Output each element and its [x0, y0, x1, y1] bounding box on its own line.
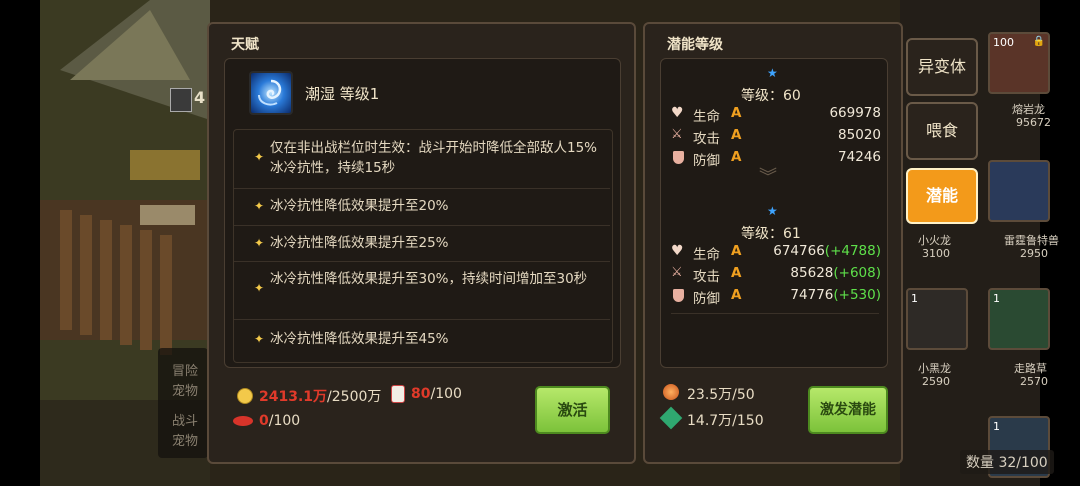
star-bullet-icon: ✦: [254, 332, 265, 346]
talent-panel: 天赋 潮湿 等级1 ✦ 仅在非出战栏位时生效：战斗开始时降低全部敌人15%冰冷抗…: [207, 22, 636, 464]
stat-gain: (+608): [833, 265, 881, 281]
gem-current: 0: [259, 413, 269, 429]
sword-icon: ⚔: [671, 127, 683, 142]
list-item: ✦ 冰冷抗性降低效果提升至20%: [234, 188, 610, 226]
stat-row-def: 防御 A 74246: [671, 149, 881, 169]
card-power: 2590: [922, 375, 950, 388]
letterbox-left: [0, 0, 40, 486]
star-bullet-icon: ✦: [254, 150, 265, 164]
creature-card[interactable]: 1: [988, 288, 1050, 350]
card-name: 雷霆鲁特兽: [1004, 234, 1059, 247]
talent-name: 潮湿 等级1: [305, 85, 380, 103]
resource-1: 23.5万/50: [687, 387, 755, 403]
shield-icon: [673, 151, 684, 164]
tab-mutate[interactable]: 异变体: [906, 38, 978, 96]
orange-egg-icon: [663, 384, 679, 400]
card-level: 100: [993, 36, 1014, 49]
gold-coin-icon: [237, 388, 253, 404]
talent-effects-box: ✦ 仅在非出战栏位时生效：战斗开始时降低全部敌人15%冰冷抗性，持续15秒 ✦ …: [233, 129, 613, 363]
gem-required: /100: [268, 413, 301, 429]
card-level: 1: [911, 292, 918, 305]
sword-icon: ⚔: [671, 265, 683, 280]
creature-card[interactable]: 1: [906, 288, 968, 350]
stat-row-atk-next: ⚔ 攻击 A 85628(+608): [671, 265, 881, 285]
list-item: ✦ 冰冷抗性降低效果提升至25%: [234, 225, 610, 262]
divider: [671, 313, 879, 314]
next-level: 等级：61: [741, 226, 801, 242]
item-required: /100: [430, 386, 462, 402]
resource-2: 14.7万/150: [687, 413, 764, 429]
tab-feed[interactable]: 喂食: [906, 102, 978, 160]
bg-level-badge: [170, 88, 192, 112]
star-bullet-icon: ✦: [254, 199, 265, 213]
stat-value: 85628: [790, 265, 834, 281]
talent-icon: [249, 71, 293, 115]
heart-icon: ♥: [671, 243, 684, 259]
potential-panel: 潜能等级 ★ 等级：60 ♥ 生命 A 669978 ⚔ 攻击 A 85020 …: [643, 22, 903, 464]
stat-gain: (+530): [833, 287, 881, 303]
star-bullet-icon: ✦: [254, 236, 265, 250]
star-bullet-icon: ✦: [254, 281, 265, 295]
panel-title: 潜能等级: [667, 37, 723, 53]
list-item: ✦ 冰冷抗性降低效果提升至30%，持续时间增加至30秒: [234, 261, 610, 320]
card-power: 2950: [1020, 247, 1048, 260]
bg-side-text-1: 冒险: [172, 364, 199, 379]
list-item: ✦ 冰冷抗性降低效果提升至45%: [254, 331, 449, 347]
red-gem-icon: [233, 416, 253, 426]
potion-icon: [391, 385, 405, 403]
creature-card[interactable]: [988, 160, 1050, 222]
bg-level-num: 4: [194, 88, 206, 107]
card-power: 95672: [1016, 116, 1051, 129]
blue-star-icon: ★: [767, 66, 778, 80]
chevron-down-icon: ︾: [759, 167, 777, 188]
lock-icon: 🔒: [1032, 36, 1045, 47]
blue-star-icon: ★: [767, 204, 778, 218]
trigger-potential-button[interactable]: 激发潜能: [808, 386, 888, 434]
card-power: 2570: [1020, 375, 1048, 388]
gold-current: 2413.1万: [259, 389, 328, 405]
card-power: 3100: [922, 247, 950, 260]
bg-side-text-2: 宠物: [172, 384, 199, 399]
activate-button[interactable]: 激活: [535, 386, 610, 434]
bg-side-text-4: 宠物: [172, 434, 199, 449]
card-level: 1: [993, 292, 1000, 305]
stat-value: 674766: [773, 243, 825, 259]
stat-row-def-next: 防御 A 74776(+530): [671, 287, 881, 307]
card-name: 熔岩龙: [1012, 103, 1045, 116]
current-level: 等级：60: [741, 88, 801, 104]
creature-count: 数量 32/100: [960, 450, 1054, 474]
tab-potential[interactable]: 潜能: [906, 168, 978, 224]
gem-cost: 0/100: [259, 413, 300, 429]
green-crystal-icon: [659, 406, 683, 430]
gold-cost: 2413.1万/2500万: [259, 386, 381, 406]
item-cost: 80/100: [411, 386, 462, 402]
potential-stats-box: ★ 等级：60 ♥ 生命 A 669978 ⚔ 攻击 A 85020 防御 A …: [660, 58, 888, 368]
card-name: 小火龙: [918, 234, 951, 247]
gold-required: /2500万: [327, 389, 382, 405]
bg-side-text-3: 战斗: [172, 414, 199, 429]
shield-icon: [673, 289, 684, 302]
item-current: 80: [411, 386, 431, 402]
panel-title: 天赋: [231, 37, 259, 53]
stat-row-hp-next: ♥ 生命 A 674766(+4788): [671, 243, 881, 263]
card-name: 小黑龙: [918, 362, 951, 375]
stat-value: 74776: [790, 287, 834, 303]
heart-icon: ♥: [671, 105, 684, 121]
card-level: 1: [993, 420, 1000, 433]
card-name: 走路草: [1014, 362, 1047, 375]
vortex-icon: [258, 79, 282, 106]
talent-content: 潮湿 等级1 ✦ 仅在非出战栏位时生效：战斗开始时降低全部敌人15%冰冷抗性，持…: [224, 58, 621, 368]
creature-card[interactable]: 100 🔒: [988, 32, 1050, 94]
stat-row-hp: ♥ 生命 A 669978: [671, 105, 881, 125]
stat-row-atk: ⚔ 攻击 A 85020: [671, 127, 881, 147]
stat-gain: (+4788): [824, 243, 881, 259]
list-item: ✦ 仅在非出战栏位时生效：战斗开始时降低全部敌人15%冰冷抗性，持续15秒: [234, 130, 610, 189]
